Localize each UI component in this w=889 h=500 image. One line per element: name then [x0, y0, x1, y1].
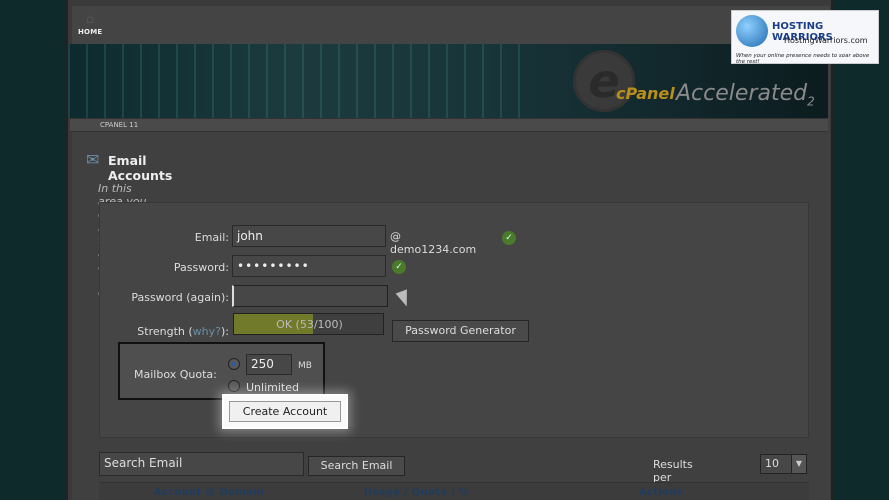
banner-pattern: [68, 44, 528, 118]
header-banner: e cPanel Accelerated2: [68, 44, 828, 118]
quota-unit: MB: [298, 361, 312, 371]
home-icon: ⌂: [85, 12, 95, 27]
home-link[interactable]: ⌂ HOME: [78, 12, 102, 42]
strength-why-link[interactable]: why?: [193, 325, 221, 338]
search-email-button[interactable]: Search Email: [308, 456, 405, 476]
mailbox-quota-box: Mailbox Quota: 250 MB Unlimited: [118, 342, 325, 400]
unlimited-label: Unlimited: [246, 381, 299, 394]
hosting-warriors-watermark: HOSTING WARRIORS HostingWarriors.com Whe…: [731, 10, 879, 65]
password-field[interactable]: •••••••••: [232, 255, 386, 277]
banner-brand: cPanel: [616, 84, 675, 103]
email-valid-check-icon: ✓: [502, 231, 516, 245]
watermark-url: HostingWarriors.com: [784, 36, 868, 45]
breadcrumb-label: CPANEL 11: [100, 121, 139, 129]
create-account-button[interactable]: Create Account: [229, 401, 341, 422]
column-usage[interactable]: Usage / Quota / %: [364, 487, 469, 498]
password-label: Password:: [173, 261, 229, 274]
email-field[interactable]: john: [232, 225, 386, 247]
breadcrumb: CPANEL 11: [70, 118, 828, 132]
password-valid-check-icon: ✓: [392, 260, 406, 274]
quota-unlimited-radio[interactable]: [228, 380, 240, 392]
search-input[interactable]: Search Email: [99, 452, 304, 476]
email-accounts-icon: ✉: [86, 150, 100, 169]
email-label: Email:: [194, 231, 229, 244]
quota-limit-radio[interactable]: [228, 358, 240, 370]
password-again-label: Password (again):: [131, 291, 229, 304]
accounts-table-header: Account @ Domain Usage / Quota / % Actio…: [99, 482, 809, 500]
column-actions: Actions: [639, 487, 683, 498]
left-margin: [0, 0, 66, 500]
home-label: HOME: [78, 28, 103, 36]
password-generator-button[interactable]: Password Generator: [392, 320, 529, 342]
globe-icon: [736, 15, 768, 47]
page-title: Email Accounts: [108, 153, 173, 183]
banner-product: Accelerated2: [676, 81, 815, 109]
strength-label: Strength (why?):: [137, 325, 229, 338]
chevron-down-icon: ▼: [791, 455, 806, 473]
password-again-field[interactable]: [232, 285, 388, 307]
right-margin: [833, 0, 889, 500]
top-nav: ⌂ HOME: [72, 6, 830, 46]
password-strength-meter: OK (53/100): [233, 313, 384, 335]
domain-label: @ demo1234.com: [390, 230, 477, 256]
quota-input[interactable]: 250: [246, 354, 292, 375]
watermark-tagline: When your online presence needs to soar …: [736, 53, 870, 65]
quota-label: Mailbox Quota:: [134, 368, 217, 381]
results-per-page-select[interactable]: 10 ▼: [760, 454, 807, 474]
results-per-page-value: 10: [765, 457, 779, 470]
create-account-highlight: Create Account: [222, 394, 348, 429]
strength-text: OK (53/100): [276, 318, 343, 331]
column-account[interactable]: Account @ Domain: [154, 487, 264, 498]
